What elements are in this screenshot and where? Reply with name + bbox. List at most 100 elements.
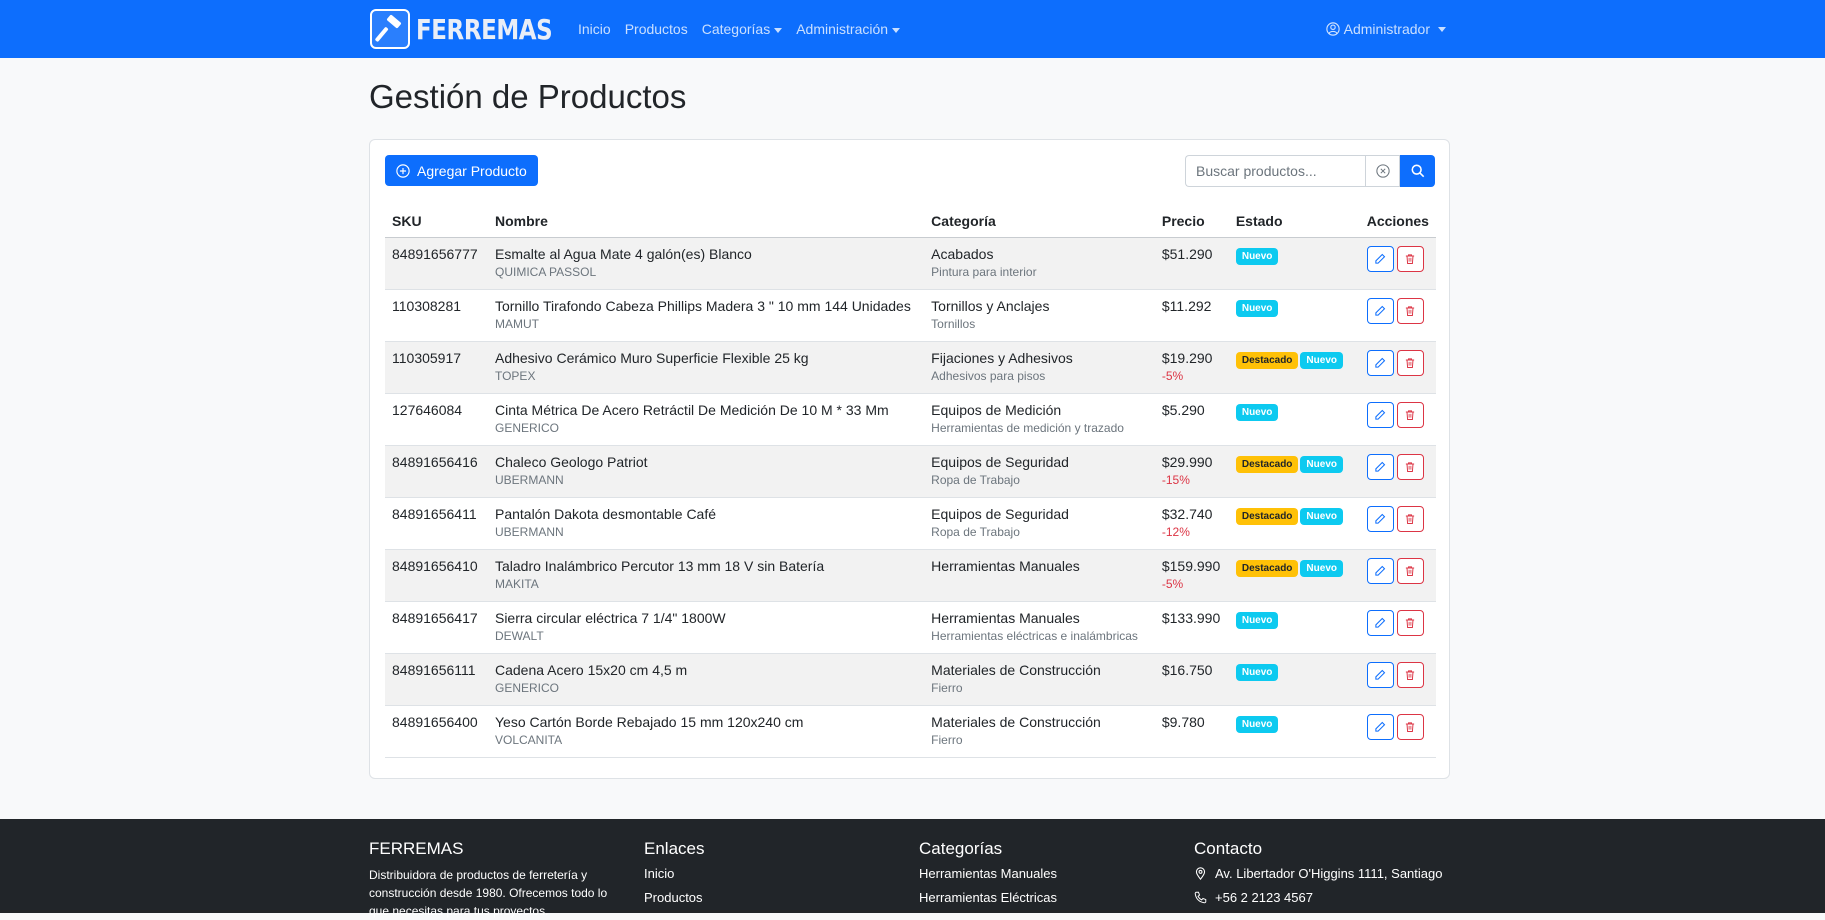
product-name: Tornillo Tirafondo Cabeza Phillips Mader… — [494, 297, 911, 314]
cell-status: Nuevo — [1228, 601, 1360, 654]
trash-icon — [1406, 253, 1415, 264]
cell-sku: 84891656417 — [385, 601, 488, 654]
edit-product-button[interactable] — [1366, 453, 1394, 480]
cell-name: Pantalón Dakota desmontable Café UBERMANN — [487, 497, 925, 550]
footer-links: Enlaces Inicio Productos — [644, 839, 704, 914]
cell-status: Nuevo — [1228, 653, 1360, 706]
user-menu[interactable]: Administrador — [1325, 21, 1446, 37]
footer-category-herramientas-electricas[interactable]: Herramientas Eléctricas — [919, 890, 1057, 905]
search-button[interactable] — [1400, 155, 1435, 187]
product-price: $9.780 — [1161, 713, 1205, 730]
footer-about-text: Distribuidora de productos de ferretería… — [369, 868, 608, 918]
delete-product-button[interactable] — [1396, 245, 1424, 272]
footer-categories: Categorías Herramientas Manuales Herrami… — [919, 839, 1057, 914]
add-product-button[interactable]: Agregar Producto — [385, 155, 538, 186]
edit-product-button[interactable] — [1366, 297, 1394, 324]
cell-status: Nuevo — [1228, 705, 1360, 758]
product-price: $32.740 — [1161, 505, 1213, 522]
cell-name: Yeso Cartón Borde Rebajado 15 mm 120x240… — [487, 705, 925, 758]
trash-icon — [1406, 513, 1415, 524]
edit-product-button[interactable] — [1366, 349, 1394, 376]
footer-link-inicio[interactable]: Inicio — [644, 866, 704, 881]
footer-link-productos[interactable]: Productos — [644, 890, 704, 905]
brand-link[interactable]: FERREMAS — [370, 9, 564, 49]
delete-product-button[interactable] — [1396, 297, 1424, 324]
product-brand: MAMUT — [494, 316, 539, 331]
cell-sku: 84891656777 — [385, 237, 488, 290]
pencil-icon — [1375, 305, 1386, 316]
cell-status: Destacado Nuevo — [1228, 497, 1360, 550]
new-badge: Nuevo — [1300, 351, 1343, 369]
new-badge: Nuevo — [1235, 611, 1279, 629]
nav-link-administracion[interactable]: Administración — [796, 21, 888, 37]
cell-sku: 84891656411 — [385, 497, 488, 550]
product-name: Esmalte al Agua Mate 4 galón(es) Blanco — [494, 245, 752, 262]
table-row: 110308281 Tornillo Tirafondo Cabeza Phill… — [385, 289, 1436, 342]
cell-category: Materiales de Construcción Fierro — [924, 653, 1155, 706]
new-badge: Nuevo — [1235, 663, 1279, 681]
footer-links-title: Enlaces — [644, 839, 705, 858]
cell-sku: 84891656416 — [385, 445, 488, 498]
product-category: Equipos de Seguridad — [931, 453, 1069, 470]
footer-contact: Contacto Av. Libertador O'Higgins 1111, … — [1194, 839, 1442, 914]
col-header-sku: SKU — [385, 206, 488, 238]
delete-product-button[interactable] — [1396, 661, 1424, 688]
edit-product-button[interactable] — [1366, 609, 1394, 636]
table-row: 127646084 Cinta Métrica De Acero Retrácti… — [385, 393, 1436, 446]
table-row: 84891656111 Cadena Acero 15x20 cm 4,5 m GE… — [385, 653, 1436, 706]
product-brand: MAKITA — [494, 576, 539, 591]
cell-name: Esmalte al Agua Mate 4 galón(es) Blanco Q… — [487, 237, 925, 290]
cell-price: $29.990 -15% — [1154, 445, 1229, 498]
edit-product-button[interactable] — [1366, 661, 1394, 688]
product-name: Pantalón Dakota desmontable Café — [494, 505, 717, 522]
product-price: $51.290 — [1161, 245, 1213, 262]
search-icon — [1411, 164, 1424, 178]
delete-product-button[interactable] — [1396, 557, 1424, 584]
edit-product-button[interactable] — [1366, 401, 1394, 428]
search-input[interactable] — [1185, 155, 1365, 187]
trash-icon — [1406, 721, 1415, 732]
footer-category-herramientas-manuales[interactable]: Herramientas Manuales — [919, 866, 1057, 881]
cell-name: Tornillo Tirafondo Cabeza Phillips Mader… — [487, 289, 925, 342]
edit-product-button[interactable] — [1366, 713, 1394, 740]
edit-product-button[interactable] — [1366, 505, 1394, 532]
edit-product-button[interactable] — [1366, 557, 1394, 584]
new-badge: Nuevo — [1300, 507, 1343, 525]
nav-dropdown-categorias[interactable]: Categorías — [702, 21, 783, 37]
table-header-row: SKU Nombre Categoría Precio Estado Accio… — [385, 206, 1436, 238]
pencil-icon — [1375, 253, 1386, 264]
products-table: SKU Nombre Categoría Precio Estado Accio… — [385, 206, 1436, 758]
delete-product-button[interactable] — [1396, 349, 1424, 376]
nav-dropdown-administracion[interactable]: Administración — [796, 21, 901, 37]
delete-product-button[interactable] — [1396, 609, 1424, 636]
clear-search-button[interactable] — [1365, 155, 1400, 187]
nav-link-inicio[interactable]: Inicio — [578, 21, 611, 37]
nav-link-categorias[interactable]: Categorías — [702, 21, 770, 37]
delete-product-button[interactable] — [1396, 505, 1424, 532]
cell-category: Tornillos y Anclajes Tornillos — [924, 289, 1155, 342]
nav-link-productos[interactable]: Productos — [625, 21, 688, 37]
product-name: Sierra circular eléctrica 7 1/4" 1800W — [494, 609, 726, 626]
cell-status: Nuevo — [1228, 289, 1360, 342]
table-row: 110305917 Adhesivo Cerámico Muro Superfic… — [385, 341, 1436, 394]
product-brand: QUIMICA PASSOL — [494, 264, 597, 279]
edit-product-button[interactable] — [1366, 245, 1394, 272]
discount-label: -5% — [1161, 576, 1184, 591]
delete-product-button[interactable] — [1396, 453, 1424, 480]
product-subcategory: Fierro — [931, 680, 963, 695]
cell-category: Acabados Pintura para interior — [924, 237, 1155, 290]
product-category: Acabados — [931, 245, 994, 262]
cell-price: $5.290 — [1154, 393, 1229, 446]
delete-product-button[interactable] — [1396, 401, 1424, 428]
delete-product-button[interactable] — [1396, 713, 1424, 740]
discount-label: -15% — [1161, 472, 1190, 487]
table-row: 84891656400 Yeso Cartón Borde Rebajado 15… — [385, 705, 1436, 758]
product-brand: GENERICO — [494, 680, 559, 695]
col-header-price: Precio — [1154, 206, 1229, 238]
cell-actions — [1359, 289, 1436, 342]
main-nav: Inicio Productos Categorías Administraci… — [578, 21, 901, 37]
cell-category: Materiales de Construcción Fierro — [924, 705, 1155, 758]
pencil-icon — [1375, 721, 1386, 732]
trash-icon — [1406, 409, 1415, 420]
add-product-label: Agregar Producto — [417, 162, 527, 179]
